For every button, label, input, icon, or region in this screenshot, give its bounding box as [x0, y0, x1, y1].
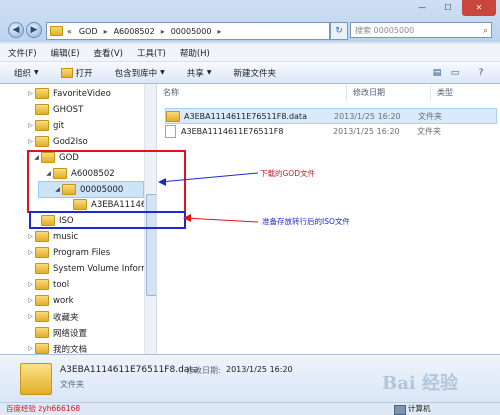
explorer-window: — ☐ ✕ ◀ ▶ « GOD ▸ A6008502 ▸ 00005000 ▸ … — [0, 0, 500, 415]
red-arrow-line — [184, 217, 259, 223]
annotation-arrows — [158, 172, 259, 223]
blue-arrow-line — [159, 172, 259, 183]
annotation-god-files: 下载的GOD文件 — [260, 169, 315, 178]
red-arrow-head — [183, 214, 191, 222]
blue-arrow-head — [158, 178, 166, 186]
annotation-iso-folder: 准备存放转行后的ISO文件 — [262, 217, 350, 226]
